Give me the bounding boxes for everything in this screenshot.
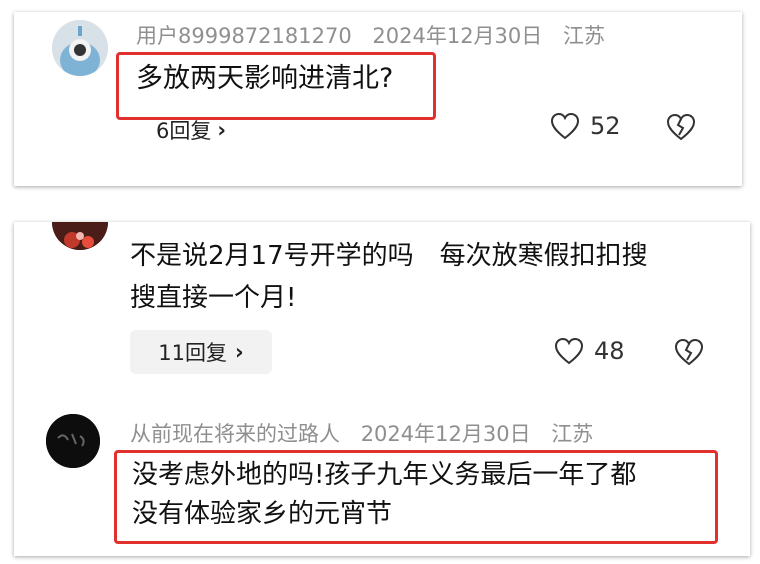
chevron-right-icon: › [235,340,244,364]
comment-card-2: 不是说2月17号开学的吗 每次放寒假扣扣搜 搜直接一个月! 11回复 › 48 … [14,222,750,556]
avatar[interactable] [52,20,108,76]
comment-line: 搜直接一个月! [130,282,297,313]
replies-button[interactable]: 6回复 › [138,110,244,150]
like-count: 48 [594,337,625,365]
comment-text: 不是说2月17号开学的吗 每次放寒假扣扣搜 搜直接一个月! [130,236,648,319]
replies-button[interactable]: 11回复 › [130,330,272,374]
like-button[interactable]: 52 [550,112,621,140]
chevron-right-icon: › [217,118,227,142]
like-count: 52 [590,112,621,140]
comment-date: 2024年12月30日 [360,422,531,446]
avatar-image [52,222,108,250]
comment-date: 2024年12月30日 [372,24,543,48]
replies-label: 11回复 [158,341,228,365]
avatar[interactable] [46,414,100,468]
comment-meta: 用户8999872181270 2024年12月30日 江苏 [136,20,619,50]
avatar-image [52,20,108,76]
dislike-button[interactable] [666,113,696,145]
comment-card-1: 用户8999872181270 2024年12月30日 江苏 多放两天影响进清北… [14,12,742,186]
heart-icon [550,112,580,140]
dislike-button[interactable] [674,338,704,370]
like-button[interactable]: 48 [554,337,625,365]
replies-label: 6回复 [155,119,212,143]
comment-location: 江苏 [562,24,605,48]
username[interactable]: 从前现在将来的过路人 [130,422,340,446]
heart-icon [554,337,584,365]
broken-heart-icon [674,338,704,366]
broken-heart-icon [666,113,696,141]
comment-meta: 从前现在将来的过路人 2024年12月30日 江苏 [130,418,607,448]
comment-line: 不是说2月17号开学的吗 每次放寒假扣扣搜 [130,241,648,271]
comment-location: 江苏 [551,422,594,446]
username[interactable]: 用户8999872181270 [136,24,352,48]
highlight-box [114,450,718,544]
avatar[interactable] [52,222,108,250]
avatar-image [46,414,100,468]
